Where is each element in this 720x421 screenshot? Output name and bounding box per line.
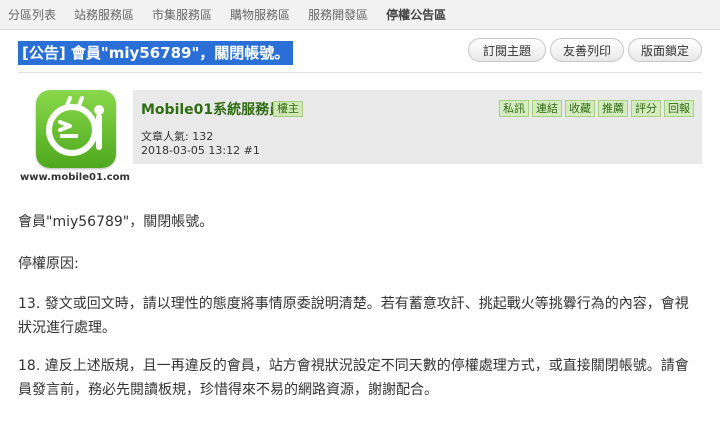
private-message-button[interactable]: 私訊: [499, 100, 529, 117]
nav-item-section-list[interactable]: 分區列表: [8, 6, 56, 23]
post-actions: 私訊 連結 收藏 推薦 評分 回報: [496, 100, 694, 117]
post-paragraph: 停權原因:: [18, 256, 79, 272]
post-author-panel: Mobile01系統服務員 樓主 文章人氣: 132 2018-03-05 13…: [133, 90, 702, 164]
thread-title-row: [公告] 會員"miy56789"，關閉帳號。: [18, 41, 294, 65]
nav-item-suspension-notice[interactable]: 停權公告區: [386, 6, 446, 23]
print-button[interactable]: 友善列印: [550, 38, 624, 62]
title-divider: [18, 72, 702, 73]
post-paragraph: 18. 違反上述版規，且一再違反的會員，站方會視狀況設定不同天數的停權處理方式，…: [18, 358, 689, 398]
rate-button[interactable]: 評分: [631, 100, 661, 117]
nav-item-site-service[interactable]: 站務服務區: [74, 6, 134, 23]
favorite-button[interactable]: 收藏: [565, 100, 595, 117]
avatar-logo-text: www.mobile01.com: [20, 172, 130, 183]
thread-title: [公告] 會員"miy56789"，關閉帳號。: [18, 41, 294, 65]
subscribe-button[interactable]: 訂閱主題: [468, 38, 546, 62]
article-popularity: 文章人氣: 132: [141, 130, 214, 143]
avatar[interactable]: www.mobile01.com: [20, 90, 130, 190]
author-role-badge: 樓主: [273, 101, 303, 117]
author-username[interactable]: Mobile01系統服務員: [141, 99, 283, 119]
post-paragraph: 13. 發文或回文時，請以理性的態度將事情原委說明清楚。若有蓄意攻訐、挑起戰火等…: [18, 296, 689, 336]
post-meta-line: 2018-03-05 13:12 #1: [141, 144, 260, 157]
thread-toolbar: 訂閱主題 友善列印 版面鎖定: [464, 38, 702, 62]
post-datetime: 2018-03-05 13:12: [141, 144, 241, 157]
link-button[interactable]: 連結: [532, 100, 562, 117]
post-paragraph: 會員"miy56789"，關閉帳號。: [18, 214, 214, 230]
nav-item-market-service[interactable]: 市集服務區: [152, 6, 212, 23]
lock-layout-button[interactable]: 版面鎖定: [628, 38, 702, 62]
nav-item-dev-service[interactable]: 服務開發區: [308, 6, 368, 23]
mobile01-logo-icon: [36, 90, 116, 168]
report-button[interactable]: 回報: [664, 100, 694, 117]
post-floor-number[interactable]: #1: [244, 144, 260, 157]
nav-item-shopping-service[interactable]: 購物服務區: [230, 6, 290, 23]
top-navigation: 分區列表 站務服務區 市集服務區 購物服務區 服務開發區 停權公告區: [0, 0, 720, 30]
recommend-button[interactable]: 推薦: [598, 100, 628, 117]
